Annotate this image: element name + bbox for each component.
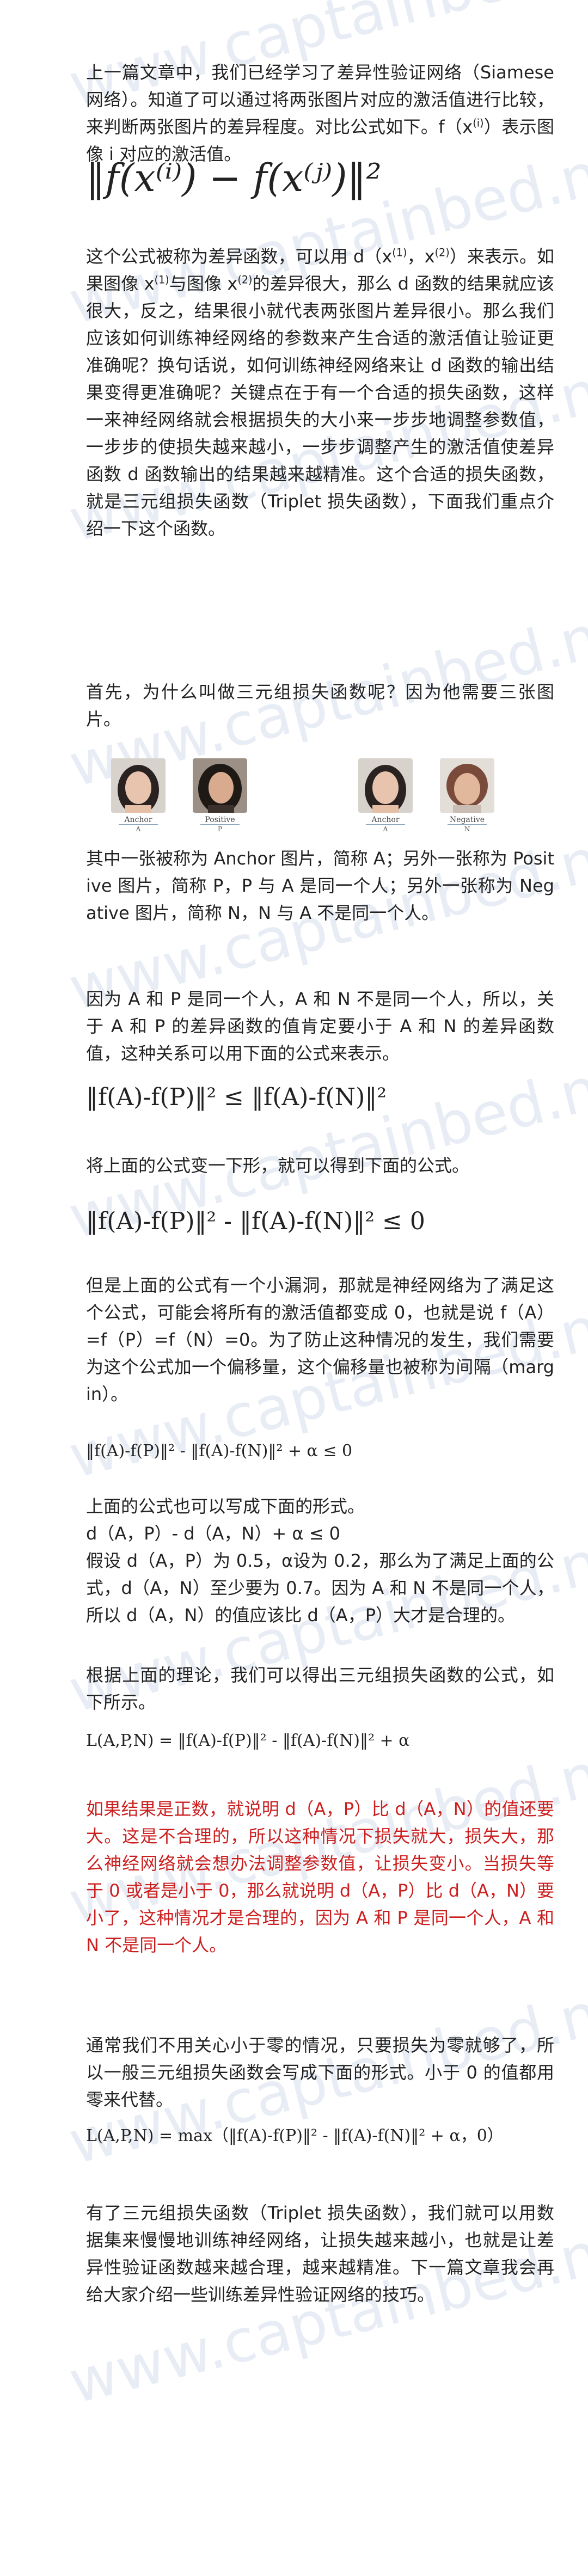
- positive-label: Positive: [205, 815, 235, 824]
- transform-paragraph: 将上面的公式变一下形，就可以得到下面的公式。: [86, 1155, 470, 1176]
- superscript: (1): [392, 246, 407, 259]
- anchor-photo: [111, 758, 166, 813]
- max-loss-formula: L(A,P,N) = max（‖f(A)-f(P)‖² - ‖f(A)-f(N)…: [86, 2126, 504, 2145]
- intro-paragraph: 上一篇文章中，我们已经学习了差异性验证网络（Siamese 网络）。知道了可以通…: [86, 59, 554, 168]
- paragraph-text: 的差异很大，那么 d 函数的结果就应该很大，反之，结果很小就代表两张图片差异很小…: [86, 273, 554, 539]
- anchor-photo: [358, 758, 413, 813]
- margin-formula: ‖f(A)-f(P)‖² - ‖f(A)-f(N)‖² + α ≤ 0: [86, 1442, 353, 1461]
- positive-short-label: P: [217, 825, 223, 833]
- superscript: (1): [154, 273, 169, 286]
- article-page: www.captainbed.net www.captainbed.net ww…: [0, 0, 588, 2576]
- conclusion-paragraph: 有了三元组损失函数（Triplet 损失函数），我们就可以用数据集来慢慢地训练神…: [86, 2203, 554, 2305]
- highlighted-paragraph: 如果结果是正数，就说明 d（A，P）比 d（A，N）的值还要大。这是不合理的，所…: [86, 1799, 554, 1955]
- rearranged-formula: ‖f(A)-f(P)‖² - ‖f(A)-f(N)‖² ≤ 0: [86, 1207, 425, 1235]
- paragraph-line: 上面的公式也可以写成下面的形式。: [86, 1496, 365, 1517]
- distance-inequality: d（A，P）- d（A，N）+ α ≤ 0: [86, 1523, 340, 1544]
- superscript: (2): [237, 273, 253, 286]
- negative-photo: [440, 758, 494, 813]
- margin-paragraph: 但是上面的公式有一个小漏洞，那就是神经网络为了满足这个公式，可能会将所有的激活值…: [86, 1275, 554, 1404]
- paragraph-text: 与图像 x: [169, 273, 238, 294]
- positive-photo: [193, 758, 247, 813]
- paragraph-text: 假设 d（A，P）为 0.5，α设为 0.2，那么为了满足上面的公式，d（A，N…: [86, 1550, 554, 1626]
- superscript: (2): [434, 246, 450, 259]
- negative-label: Negative: [449, 815, 485, 824]
- paragraph-text: 这个公式被称为差异函数，可以用 d（x: [86, 246, 393, 267]
- triplet-loss-formula: L(A,P,N) = ‖f(A)-f(P)‖² - ‖f(A)-f(N)‖² +…: [86, 1731, 410, 1750]
- negative-short-label: N: [464, 825, 470, 833]
- theory-paragraph: 根据上面的理论，我们可以得出三元组损失函数的公式，如下所示。: [86, 1665, 554, 1713]
- relation-paragraph: 因为 A 和 P 是同一个人，A 和 N 不是同一个人，所以，关于 A 和 P …: [86, 989, 554, 1064]
- zero-loss-paragraph: 通常我们不用关心小于零的情况，只要损失为零就够了，所以一般三元组损失函数会写成下…: [86, 2035, 554, 2110]
- triplet-definition-paragraph: 其中一张被称为 Anchor 图片，简称 A；另外一张称为 Positive 图…: [86, 848, 554, 923]
- why-paragraph: 首先，为什么叫做三元组损失函数呢？因为他需要三张图片。: [86, 682, 554, 729]
- anchor-short-label: A: [383, 825, 388, 833]
- anchor-short-label: A: [136, 825, 141, 833]
- example-paragraph: 上面的公式也可以写成下面的形式。 d（A，P）- d（A，N）+ α ≤ 0 假设 …: [86, 1493, 554, 1629]
- anchor-label: Anchor: [371, 815, 400, 824]
- inequality-formula: ‖f(A)-f(P)‖² ≤ ‖f(A)-f(N)‖²: [86, 1083, 387, 1111]
- superscript: (i): [473, 116, 484, 130]
- distance-formula: ‖f(x⁽ⁱ⁾) − f(x⁽ʲ⁾)‖²: [86, 156, 382, 200]
- paragraph-text: ，x: [407, 246, 435, 267]
- triplet-photos: Anchor A Positive P Anchor A Negative N: [86, 758, 554, 836]
- difference-function-paragraph: 这个公式被称为差异函数，可以用 d（x(1)，x(2)）来表示。如果图像 x(1…: [86, 243, 554, 542]
- anchor-label: Anchor: [124, 815, 152, 824]
